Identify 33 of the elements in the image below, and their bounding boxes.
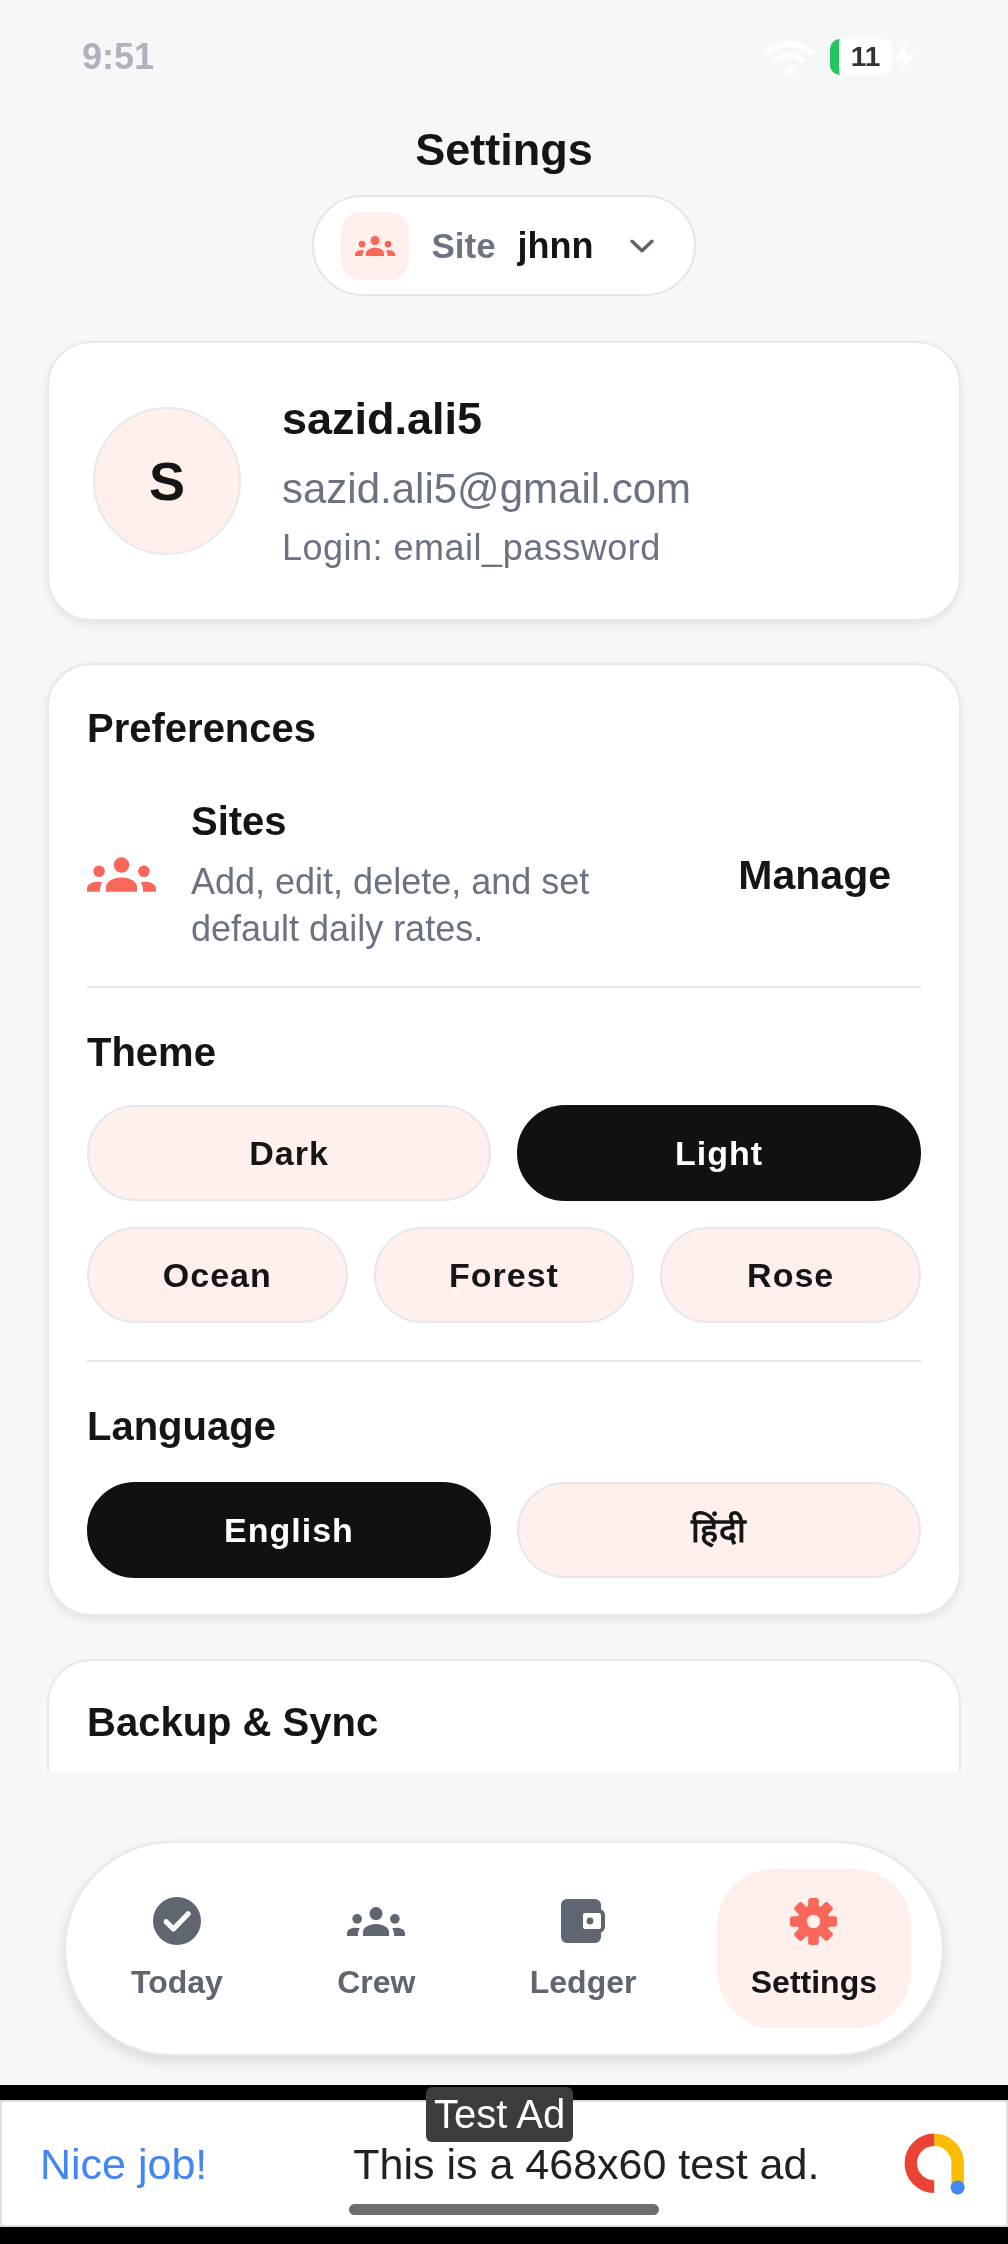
group-icon — [87, 857, 156, 892]
sites-title: Sites — [191, 798, 287, 845]
user-email: sazid.ali5@gmail.com — [282, 464, 692, 514]
wallet-icon — [561, 1899, 606, 1943]
theme-option[interactable]: Light — [517, 1105, 921, 1201]
nav-tab[interactable]: Settings — [716, 1869, 911, 2028]
avatar: S — [93, 407, 241, 555]
settings-icon — [790, 1897, 838, 1945]
ad-logo-icon — [903, 2131, 967, 2196]
language-option[interactable]: English — [87, 1482, 491, 1578]
test-ad-badge: Test Ad — [426, 2087, 574, 2142]
site-selector[interactable]: Site jhnn — [312, 195, 696, 296]
user-name: sazid.ali5 — [282, 392, 483, 446]
battery-indicator: 11 — [830, 39, 892, 75]
ad-headline[interactable]: Nice job! — [40, 2138, 208, 2189]
theme-option[interactable]: Ocean — [87, 1227, 348, 1323]
manage-button[interactable]: Manage — [708, 830, 921, 919]
theme-option[interactable]: Dark — [87, 1105, 491, 1201]
check-circle-icon — [152, 1897, 201, 1945]
login-method: Login: email_password — [282, 526, 661, 570]
sites-description: Add, edit, delete, and set default daily rates. — [191, 860, 591, 951]
theme-heading: Theme — [87, 1029, 216, 1076]
group-icon — [341, 211, 410, 280]
theme-option[interactable]: Forest — [373, 1227, 635, 1323]
status-time: 9:51 — [82, 36, 155, 78]
language-option[interactable]: हिंदी — [517, 1482, 921, 1578]
page-title: Settings — [415, 125, 593, 175]
group-icon — [347, 1906, 406, 1936]
chevron-down-icon — [629, 238, 654, 253]
theme-option[interactable]: Rose — [660, 1227, 921, 1323]
preferences-heading: Preferences — [87, 705, 317, 752]
backup-heading: Backup & Sync — [87, 1699, 379, 1746]
language-heading: Language — [87, 1403, 276, 1450]
